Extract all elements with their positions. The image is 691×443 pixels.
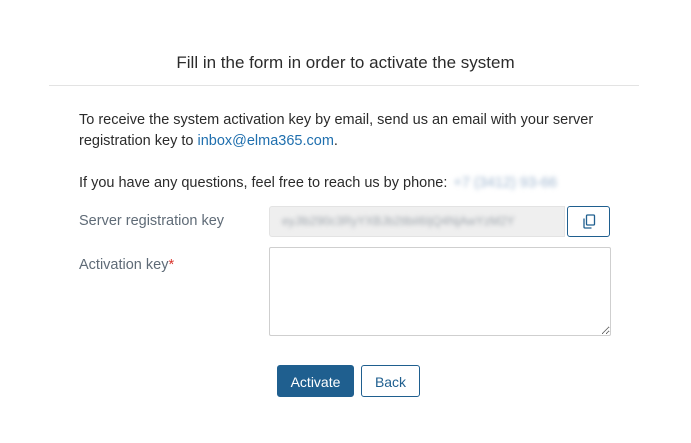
back-button[interactable]: Back [361, 365, 420, 397]
title-divider [49, 85, 639, 86]
email-instructions-period: . [333, 133, 338, 149]
server-key-label: Server registration key [79, 213, 225, 229]
copy-icon [582, 214, 595, 229]
email-link[interactable]: inbox@elma365.com [197, 133, 333, 149]
email-instructions: To receive the system activation key by … [79, 110, 599, 152]
phone-number[interactable]: +7 (3412) 93-66 [453, 175, 557, 191]
phone-instructions-text: If you have any questions, feel free to … [79, 175, 452, 191]
activation-key-input[interactable] [269, 247, 611, 336]
dialog-title: Fill in the form in order to activate th… [176, 53, 515, 72]
activation-key-label-text: Activation key [79, 257, 169, 273]
phone-instructions: If you have any questions, feel free to … [79, 173, 557, 194]
required-mark: * [168, 257, 175, 273]
server-key-value: eyJlb290c3RyYXBJb2tlbiI6IjQ4NjAwYzM2Y [282, 214, 515, 228]
activation-key-label: Activation key* [79, 257, 174, 273]
server-key-field: eyJlb290c3RyYXBJb2tlbiI6IjQ4NjAwYzM2Y [269, 206, 565, 237]
activate-button[interactable]: Activate [277, 365, 354, 397]
copy-button[interactable] [567, 206, 610, 237]
